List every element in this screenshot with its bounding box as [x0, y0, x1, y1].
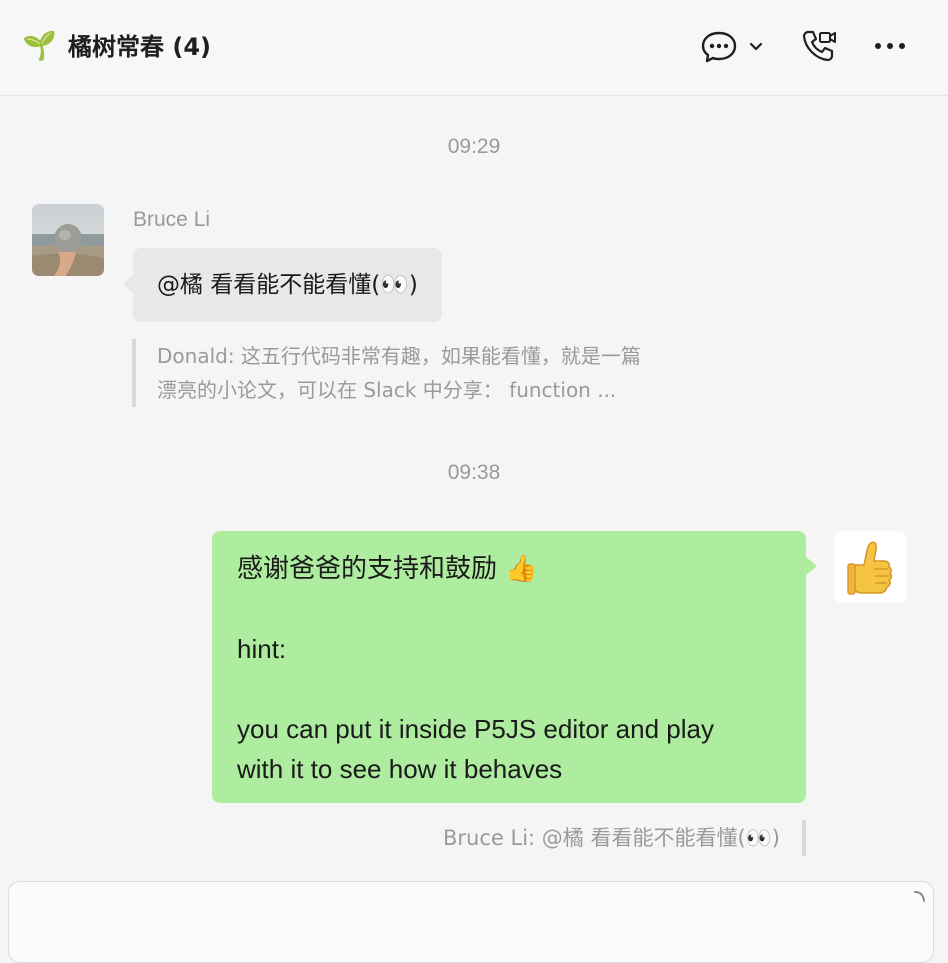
incoming-message-bubble[interactable]: @橘 看看能不能看懂(👀) [123, 248, 442, 322]
timestamp: 09:29 [447, 135, 501, 158]
phone-video-icon[interactable] [800, 28, 840, 64]
chat-bubble-icon[interactable] [700, 30, 738, 64]
sender-name: Bruce Li [133, 208, 211, 231]
message-line: hint: [237, 634, 287, 664]
quote-line: Donald: 这五行代码非常有趣，如果能看懂，就是一篇 [157, 344, 641, 368]
chevron-down-icon[interactable] [748, 40, 764, 52]
chat-header: 🌱 橘树常春 (4) [0, 0, 948, 96]
outgoing-message-bubble[interactable]: 感谢爸爸的支持和鼓励 👍 hint: you can put it inside… [212, 531, 817, 803]
sprout-emoji: 🌱 [22, 30, 57, 61]
thumbs-up-icon [847, 541, 893, 595]
message-line-blank [237, 589, 782, 629]
quoted-reply[interactable]: Bruce Li: @橘 看看能不能看懂(👀) [443, 820, 806, 856]
message-line: with it to see how it behaves [237, 754, 563, 784]
more-icon[interactable] [872, 38, 908, 54]
timestamp: 09:38 [447, 461, 501, 484]
message-line: you can put it inside P5JS editor and pl… [237, 714, 714, 744]
resize-handle-icon[interactable] [913, 890, 927, 904]
chat-title[interactable]: 橘树常春 (4) [68, 30, 211, 64]
avatar-bruce-li[interactable] [32, 204, 104, 276]
message-composer[interactable] [8, 881, 934, 963]
avatar-self[interactable] [834, 531, 906, 603]
message-line: 感谢爸爸的支持和鼓励 👍 [237, 554, 538, 584]
quote-line: 漂亮的小论文，可以在 Slack 中分享： function ... [157, 378, 617, 402]
message-line-blank [237, 669, 782, 709]
quoted-message[interactable]: Donald: 这五行代码非常有趣，如果能看懂，就是一篇 漂亮的小论文，可以在 … [132, 339, 757, 407]
